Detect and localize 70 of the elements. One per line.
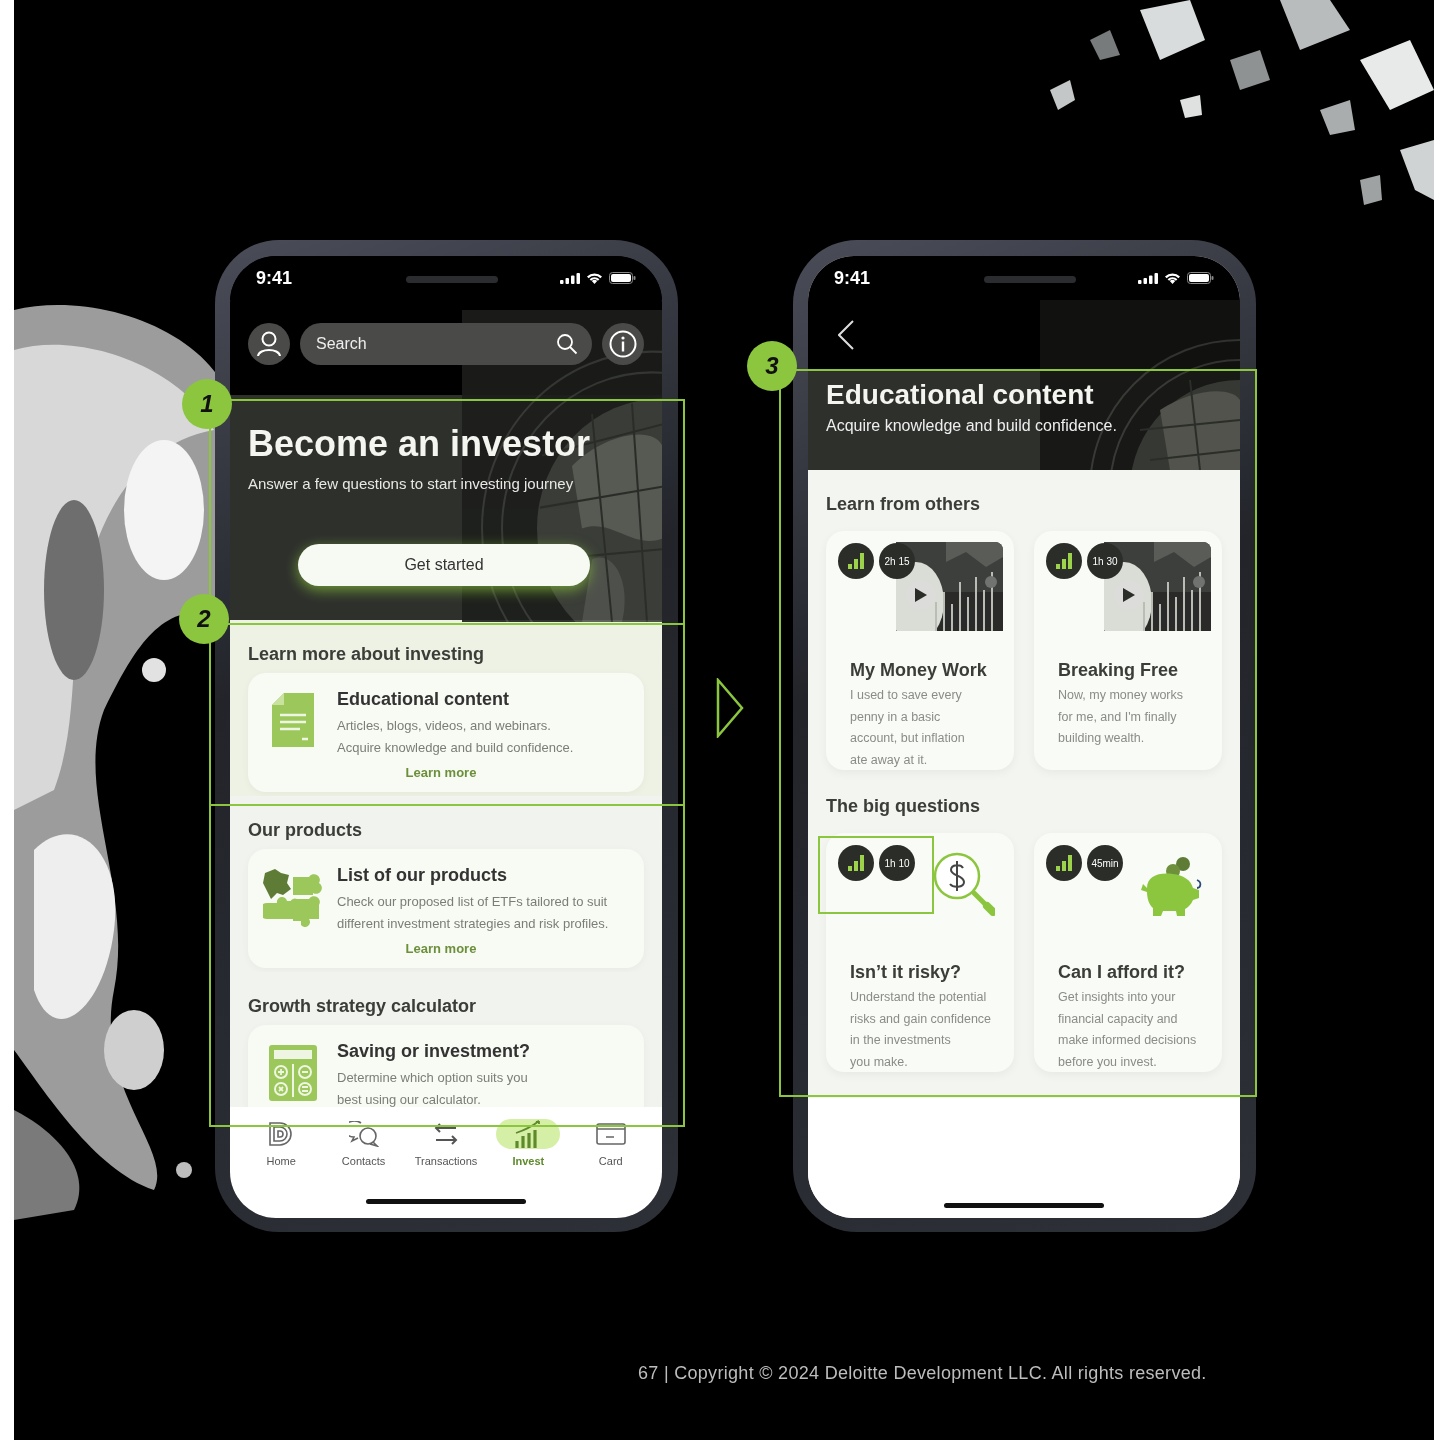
content-card[interactable]: Saving or investment? Determine which option suits you best using our calculator. xyxy=(248,1025,644,1107)
wifi-icon xyxy=(586,272,603,284)
section-heading: Our products xyxy=(248,819,363,842)
content-card[interactable]: Educational content Articles, blogs, videos, and webinars. Acquire knowledge and build confidence. Learn more xyxy=(248,673,644,792)
hero-subtitle: Answer a few questions to start investing journey xyxy=(248,474,575,494)
difficulty-icon xyxy=(1046,543,1082,579)
content-card[interactable]: 1h 10 Isn’t it risky? Understand the potential risks and gain confidence in the investments you make. xyxy=(826,833,1014,1072)
battery-icon xyxy=(1187,272,1214,284)
dollar-magnifier-icon xyxy=(933,852,995,916)
duration-badge: 1h 10 xyxy=(879,845,915,881)
puzzle-icon xyxy=(262,869,323,927)
nav-tab[interactable]: Home xyxy=(244,1119,319,1167)
chevron-right-icon xyxy=(716,678,744,738)
difficulty-icon xyxy=(838,845,874,881)
section-heading: Growth strategy calculator xyxy=(248,995,478,1018)
difficulty-icon xyxy=(838,543,874,579)
document-icon xyxy=(271,693,314,747)
copyright-footer: 67 | Copyright © 2024 Deloitte Development LLC. All rights reserved. xyxy=(638,1363,1207,1384)
hero-title: Become an investor xyxy=(248,422,592,466)
page-subtitle: Acquire knowledge and build confidence. xyxy=(826,417,1118,435)
home-logo-icon xyxy=(268,1122,295,1146)
nav-tab[interactable]: Card xyxy=(573,1119,648,1167)
content-card[interactable]: List of our products Check our proposed list of ETFs tailored to suit different investment strategies and risk profiles. Learn more xyxy=(248,849,644,968)
search-field[interactable]: Search xyxy=(300,323,592,365)
duration-badge: 2h 15 xyxy=(879,543,915,579)
page-title: Educational content xyxy=(826,378,1095,412)
status-time: 9:41 xyxy=(256,267,293,289)
nav-tab[interactable]: Transactions xyxy=(408,1119,483,1167)
section-heading: Learn from others xyxy=(826,493,982,516)
content-card[interactable]: 2h 15 My Money Work I used to save every penny in a basic account, but inflation ate away at it. xyxy=(826,531,1014,770)
card-description: Now, my money works for me, and I'm finally building wealth. xyxy=(1058,687,1185,747)
info-icon xyxy=(609,330,637,358)
signal-icon xyxy=(1138,272,1158,284)
card-description: Understand the potential risks and gain confidence in the investments you make. xyxy=(850,989,993,1071)
section-heading: Learn more about investing xyxy=(248,643,486,666)
card-title: Saving or investment? xyxy=(337,1040,532,1063)
search-icon xyxy=(556,333,578,355)
status-time: 9:41 xyxy=(834,267,871,289)
back-icon[interactable] xyxy=(838,320,854,350)
wifi-icon xyxy=(1164,272,1181,284)
content-card[interactable]: 1h 30 Breaking Free Now, my money works for me, and I'm finally building wealth. xyxy=(1034,531,1222,770)
person-icon xyxy=(257,331,281,357)
difficulty-icon xyxy=(1046,845,1082,881)
calculator-icon xyxy=(268,1045,317,1101)
profile-button[interactable] xyxy=(248,323,290,365)
section-heading: The big questions xyxy=(826,795,981,818)
card-description: Check our proposed list of ETFs tailored to suit different investment strategies and risk profiles. xyxy=(337,893,610,933)
duration-badge: 45min xyxy=(1087,845,1123,881)
content-card[interactable]: 45min Can I afford it? Get insights into your financial capacity and make informed decisions before you invest. xyxy=(1034,833,1222,1072)
duration-badge: 1h 30 xyxy=(1087,543,1123,579)
signal-icon xyxy=(560,272,580,284)
nav-tab[interactable]: Contacts xyxy=(326,1119,401,1167)
battery-icon xyxy=(609,272,636,284)
card-title: Can I afford it? xyxy=(1058,961,1186,984)
get-started-button[interactable]: Get started xyxy=(298,544,590,586)
card-title: List of our products xyxy=(337,864,508,887)
chat-icon xyxy=(348,1121,379,1147)
card-description: Get insights into your financial capacity and make informed decisions before you invest. xyxy=(1058,989,1198,1071)
card-title: Educational content xyxy=(337,688,510,711)
card-title: Isn’t it risky? xyxy=(850,961,963,984)
card-description: Determine which option suits you best using our calculator. xyxy=(337,1069,529,1107)
credit-card-icon xyxy=(595,1123,626,1145)
learn-more-link[interactable]: Learn more xyxy=(405,765,477,780)
learn-more-link[interactable]: Learn more xyxy=(405,941,477,956)
step-number: 3 xyxy=(747,341,797,391)
card-description: Articles, blogs, videos, and webinars. Acquire knowledge and build confidence. xyxy=(337,717,575,757)
card-title: My Money Work xyxy=(850,659,988,682)
growth-chart-icon xyxy=(514,1120,543,1148)
card-description: I used to save every penny in a basic account, but inflation ate away at it. xyxy=(850,687,966,769)
card-title: Breaking Free xyxy=(1058,659,1180,682)
